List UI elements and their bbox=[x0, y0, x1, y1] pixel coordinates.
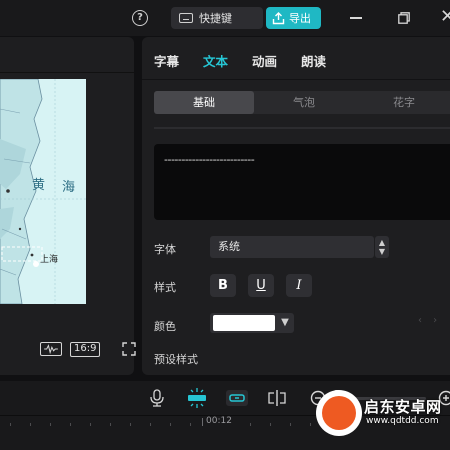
microphone-icon[interactable] bbox=[146, 388, 168, 408]
inspector-panel: 字幕 文本 动画 朗读 基础 气泡 花字 -------------------… bbox=[142, 37, 450, 375]
shortcut-label: 快捷键 bbox=[199, 12, 232, 25]
color-picker[interactable]: ▼ bbox=[210, 313, 294, 333]
tab-subtitle[interactable]: 字幕 bbox=[154, 51, 179, 70]
watermark: 启东安卓网 www.qdtdd.com bbox=[316, 388, 450, 450]
bold-button[interactable]: B bbox=[210, 274, 236, 297]
aspect-ratio-button[interactable]: 16:9 bbox=[70, 341, 101, 357]
style-label: 样式 bbox=[154, 281, 176, 294]
preset-style-label: 预设样式 bbox=[154, 353, 198, 366]
shortcut-button[interactable]: 快捷键 bbox=[171, 7, 263, 29]
fullscreen-icon[interactable] bbox=[122, 342, 137, 356]
watermark-title: 启东安卓网 bbox=[364, 398, 442, 416]
arrow-icons: ‹ › bbox=[418, 315, 442, 326]
text-style-segments: 基础 气泡 花字 bbox=[154, 91, 450, 114]
chevron-down-icon[interactable]: ▼ bbox=[375, 247, 389, 256]
map-label-shanghai: 上海 bbox=[40, 253, 58, 265]
tab-read-aloud[interactable]: 朗读 bbox=[301, 51, 326, 70]
chevron-up-icon[interactable]: ▲ bbox=[375, 238, 389, 247]
waveform-icon[interactable] bbox=[40, 342, 62, 356]
minimize-icon[interactable] bbox=[350, 17, 362, 19]
segment-bubble[interactable]: 气泡 bbox=[254, 91, 354, 114]
export-button[interactable]: 导出 bbox=[266, 7, 321, 29]
watermark-logo bbox=[316, 390, 362, 436]
tab-text[interactable]: 文本 bbox=[203, 51, 228, 70]
font-label: 字体 bbox=[154, 243, 176, 256]
chevron-down-icon[interactable]: ▼ bbox=[278, 314, 292, 332]
tabs-divider bbox=[142, 79, 450, 80]
text-content-input[interactable]: -------------------------- bbox=[154, 144, 450, 220]
tab-animation[interactable]: 动画 bbox=[252, 51, 277, 70]
help-icon[interactable]: ? bbox=[132, 10, 148, 26]
map-label-huang: 黄 bbox=[32, 178, 45, 193]
export-icon bbox=[272, 11, 285, 24]
color-label: 颜色 bbox=[154, 320, 176, 333]
player-panel: 黄 海 上海 16:9 bbox=[0, 37, 137, 375]
color-swatch bbox=[213, 315, 275, 331]
watermark-url: www.qdtdd.com bbox=[366, 416, 439, 426]
segment-basic[interactable]: 基础 bbox=[154, 91, 254, 114]
inspector-tabs: 字幕 文本 动画 朗读 bbox=[154, 51, 326, 70]
auto-snap-icon[interactable] bbox=[186, 388, 208, 408]
font-select[interactable]: 系统 bbox=[210, 236, 374, 258]
italic-button[interactable]: I bbox=[286, 274, 312, 297]
player-header bbox=[0, 37, 134, 73]
export-label: 导出 bbox=[289, 12, 311, 25]
timeline-timecode: 00:12 bbox=[202, 416, 232, 426]
map-label-hai: 海 bbox=[62, 180, 75, 195]
title-bar: ? 快捷键 导出 ✕ bbox=[0, 0, 450, 36]
keyboard-icon bbox=[179, 13, 193, 23]
player-controls: 16:9 bbox=[40, 340, 137, 358]
video-preview[interactable]: 黄 海 上海 bbox=[0, 79, 86, 304]
link-icon[interactable] bbox=[226, 388, 248, 408]
split-icon[interactable] bbox=[266, 388, 288, 408]
map-image: 黄 海 上海 bbox=[0, 79, 86, 304]
close-icon[interactable]: ✕ bbox=[440, 8, 450, 28]
section-divider bbox=[154, 127, 450, 129]
maximize-icon[interactable] bbox=[398, 12, 410, 24]
font-stepper[interactable]: ▲ ▼ bbox=[375, 236, 389, 258]
underline-button[interactable]: U bbox=[248, 274, 274, 297]
segment-fancy-text[interactable]: 花字 bbox=[354, 91, 450, 114]
